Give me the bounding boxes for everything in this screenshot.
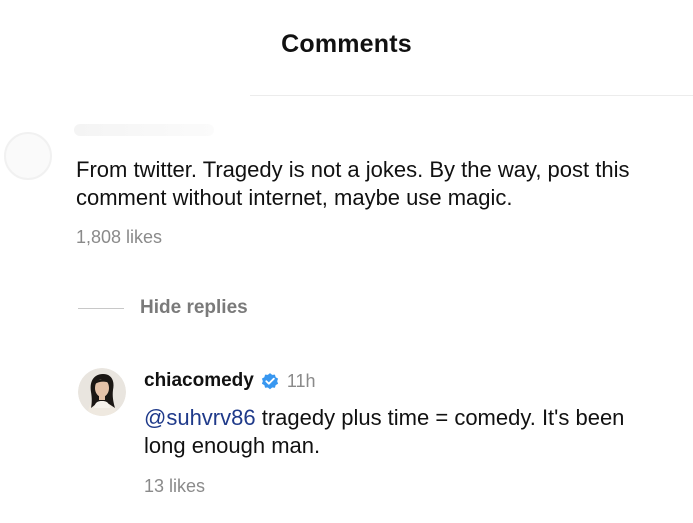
- verified-badge-icon: [261, 373, 278, 390]
- reply-username[interactable]: chiacomedy: [144, 370, 254, 392]
- replies-line-divider: [78, 307, 124, 309]
- header-divider: [250, 95, 693, 96]
- mention-link[interactable]: @suhvrv86: [144, 405, 256, 430]
- avatar[interactable]: [4, 132, 52, 180]
- reply-timestamp: 11h: [286, 370, 316, 391]
- comments-header: Comments: [0, 30, 693, 59]
- avatar[interactable]: [78, 368, 126, 416]
- reply-like-count[interactable]: 13 likes: [144, 476, 205, 497]
- profile-photo-icon: [78, 368, 126, 416]
- comment-like-count[interactable]: 1,808 likes: [76, 227, 162, 248]
- reply-header: chiacomedy 11h: [144, 370, 316, 392]
- page-title: Comments: [281, 30, 412, 58]
- hide-replies-button[interactable]: Hide replies: [78, 297, 248, 319]
- comment-text: From twitter. Tragedy is not a jokes. By…: [76, 157, 630, 210]
- reply-text: @suhvrv86 tragedy plus time = comedy. It…: [144, 404, 664, 460]
- faded-username: [74, 124, 214, 136]
- hide-replies-label: Hide replies: [140, 297, 248, 318]
